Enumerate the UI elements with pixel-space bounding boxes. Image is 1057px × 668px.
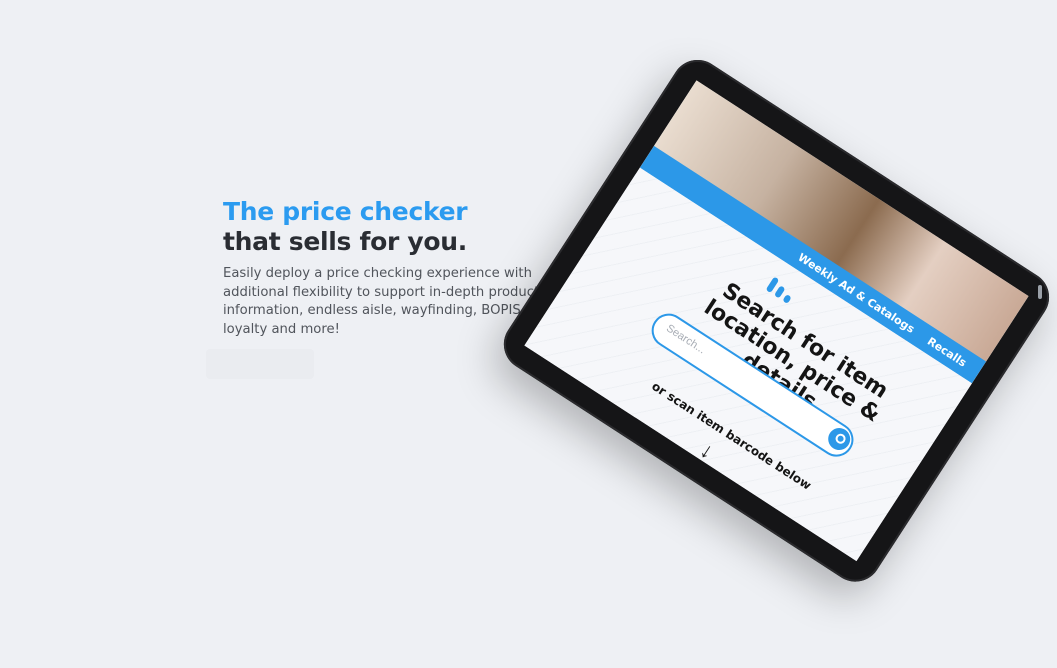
headline-accent: The price checker [223,197,468,226]
down-arrow-icon: ↓ [695,436,719,464]
cta-placeholder [206,349,314,379]
hero-text: The price checker that sells for you. Ea… [223,197,553,339]
hero-description: Easily deploy a price checking experienc… [223,266,540,337]
tablet-device-image: Weekly Ad & Catalogs Recalls Search for … [493,50,1057,592]
side-indicator [1038,285,1042,299]
search-icon [823,423,855,455]
tablet-screen: Weekly Ad & Catalogs Recalls Search for … [524,80,1029,562]
headline: The price checker that sells for you. [223,197,553,257]
headline-dark: that sells for you. [223,227,467,256]
